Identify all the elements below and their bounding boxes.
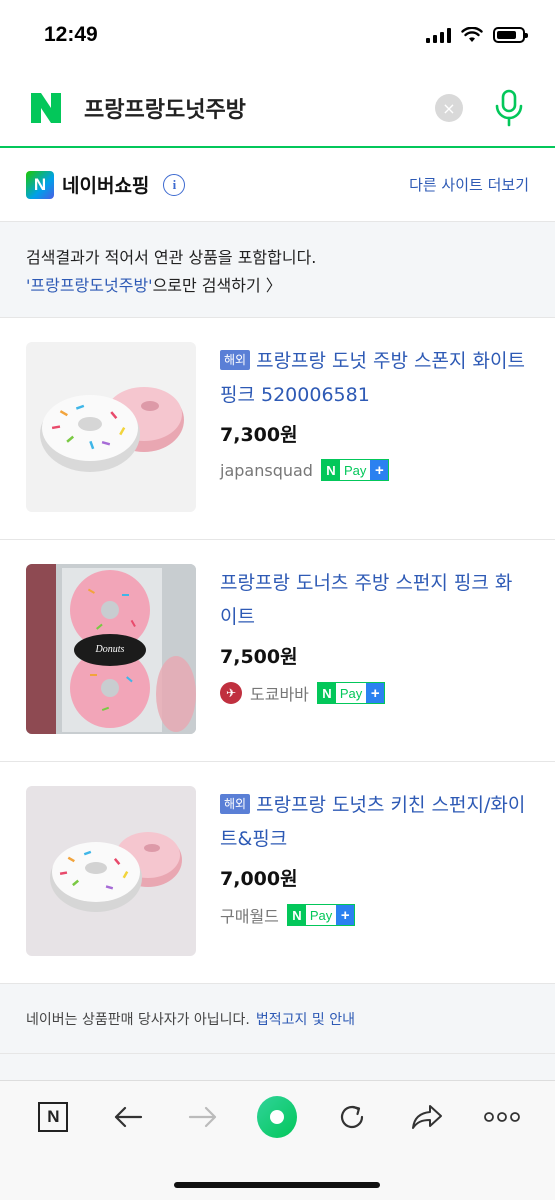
product-thumbnail[interactable]: Donuts	[26, 564, 196, 734]
battery-icon	[493, 27, 528, 43]
clear-search-icon[interactable]: ×	[435, 94, 463, 122]
product-thumbnail[interactable]	[26, 342, 196, 512]
status-icons	[426, 27, 528, 43]
product-price: 7,500원	[220, 646, 298, 668]
microphone-icon[interactable]	[491, 88, 527, 128]
more-dots-icon	[483, 1112, 520, 1122]
legal-notice-link[interactable]: 법적고지 및 안내	[256, 1009, 355, 1029]
exact-query: '프랑프랑도넛주방'	[26, 276, 153, 295]
seller-row: japansquad N Pay +	[220, 459, 529, 481]
product-item[interactable]: Donuts 프랑프랑 도너츠 주방 스펀지 핑크 화이트 7,500원 ✈ 도…	[0, 540, 555, 762]
exact-search-suffix: 으로만 검색하기 〉	[152, 276, 282, 295]
naver-home-button[interactable]: N	[33, 1097, 73, 1137]
naver-home-icon: N	[38, 1102, 69, 1132]
more-button[interactable]	[482, 1097, 522, 1137]
product-title: 프랑프랑 도너츠 주방 스펀지 핑크 화이트	[220, 572, 513, 628]
seller-name[interactable]: japansquad	[220, 461, 313, 480]
airplane-icon: ✈	[220, 682, 242, 704]
overseas-badge: 해외	[220, 350, 251, 370]
seller-name[interactable]: 구매월드	[220, 903, 279, 927]
refresh-icon	[341, 1105, 364, 1129]
wifi-icon	[461, 27, 483, 42]
product-item[interactable]: 해외 프랑프랑 도넛츠 키친 스펀지/화이트&핑크 7,000원 구매월드 N Pa…	[0, 762, 555, 984]
share-button[interactable]	[407, 1097, 447, 1137]
refresh-button[interactable]	[332, 1097, 372, 1137]
package-label: Donuts	[95, 644, 125, 655]
cellular-signal-icon	[426, 27, 451, 43]
disclaimer-text: 네이버는 상품판매 당사자가 아닙니다.	[26, 1011, 250, 1028]
npay-badge: N Pay +	[286, 904, 356, 926]
green-dot-icon	[257, 1096, 298, 1138]
seller-name[interactable]: 도쿄바바	[250, 681, 309, 705]
product-info: 해외 프랑프랑 도넛츠 키친 스펀지/화이트&핑크 7,000원 구매월드 N Pa…	[220, 786, 529, 983]
home-indicator	[174, 1182, 380, 1188]
back-button[interactable]	[108, 1097, 148, 1137]
product-title: 프랑프랑 도넛츠 키친 스펀지/화이트&핑크	[220, 794, 526, 850]
exact-search-link[interactable]: '프랑프랑도넛주방'으로만 검색하기 〉	[26, 272, 529, 300]
product-info: 해외 프랑프랑 도넛 주방 스폰지 화이트 핑크 520006581 7,300원…	[220, 342, 529, 539]
naver-shopping-logo-icon: N	[26, 170, 54, 199]
npay-badge: N Pay +	[316, 682, 386, 704]
product-price: 7,300원	[220, 424, 298, 446]
product-price: 7,000원	[220, 868, 298, 890]
product-title-link[interactable]: 해외 프랑프랑 도넛츠 키친 스펀지/화이트&핑크	[220, 788, 529, 856]
npay-badge: N Pay +	[320, 459, 390, 481]
more-sites-link[interactable]: 다른 사이트 더보기	[409, 174, 529, 195]
overseas-badge: 해외	[220, 794, 251, 814]
forward-arrow-icon	[188, 1106, 216, 1128]
seller-row: 구매월드 N Pay +	[220, 903, 529, 927]
product-title-link[interactable]: 해외 프랑프랑 도넛 주방 스폰지 화이트 핑크 520006581	[220, 344, 529, 412]
forward-button[interactable]	[183, 1097, 223, 1137]
status-time: 12:49	[44, 23, 98, 46]
related-results-notice: 검색결과가 적어서 연관 상품을 포함합니다. '프랑프랑도넛주방'으로만 검색…	[0, 222, 555, 318]
product-title-link[interactable]: 프랑프랑 도너츠 주방 스펀지 핑크 화이트	[220, 566, 529, 634]
search-bar: 프랑프랑도넛주방 ×	[0, 70, 555, 148]
notice-text: 검색결과가 적어서 연관 상품을 포함합니다.	[26, 248, 317, 267]
share-icon	[411, 1105, 442, 1129]
naver-logo-icon[interactable]	[28, 90, 64, 126]
info-icon[interactable]: i	[163, 173, 186, 196]
disclaimer: 네이버는 상품판매 당사자가 아닙니다. 법적고지 및 안내	[0, 984, 555, 1054]
search-input[interactable]: 프랑프랑도넛주방	[84, 92, 435, 124]
shopping-title: 네이버쇼핑	[62, 175, 150, 197]
product-info: 프랑프랑 도너츠 주방 스펀지 핑크 화이트 7,500원 ✈ 도쿄바바 N Pa…	[220, 564, 529, 761]
product-item[interactable]: 해외 프랑프랑 도넛 주방 스폰지 화이트 핑크 520006581 7,300원…	[0, 318, 555, 540]
green-dot-button[interactable]	[257, 1096, 298, 1138]
shopping-header: N 네이버쇼핑 i 다른 사이트 더보기	[0, 148, 555, 222]
product-title: 프랑프랑 도넛 주방 스폰지 화이트 핑크 520006581	[220, 350, 525, 406]
browser-toolbar: N	[0, 1080, 555, 1200]
status-bar: 12:49	[0, 0, 555, 70]
back-arrow-icon	[114, 1106, 143, 1128]
seller-row: ✈ 도쿄바바 N Pay +	[220, 681, 529, 705]
product-thumbnail[interactable]	[26, 786, 196, 956]
